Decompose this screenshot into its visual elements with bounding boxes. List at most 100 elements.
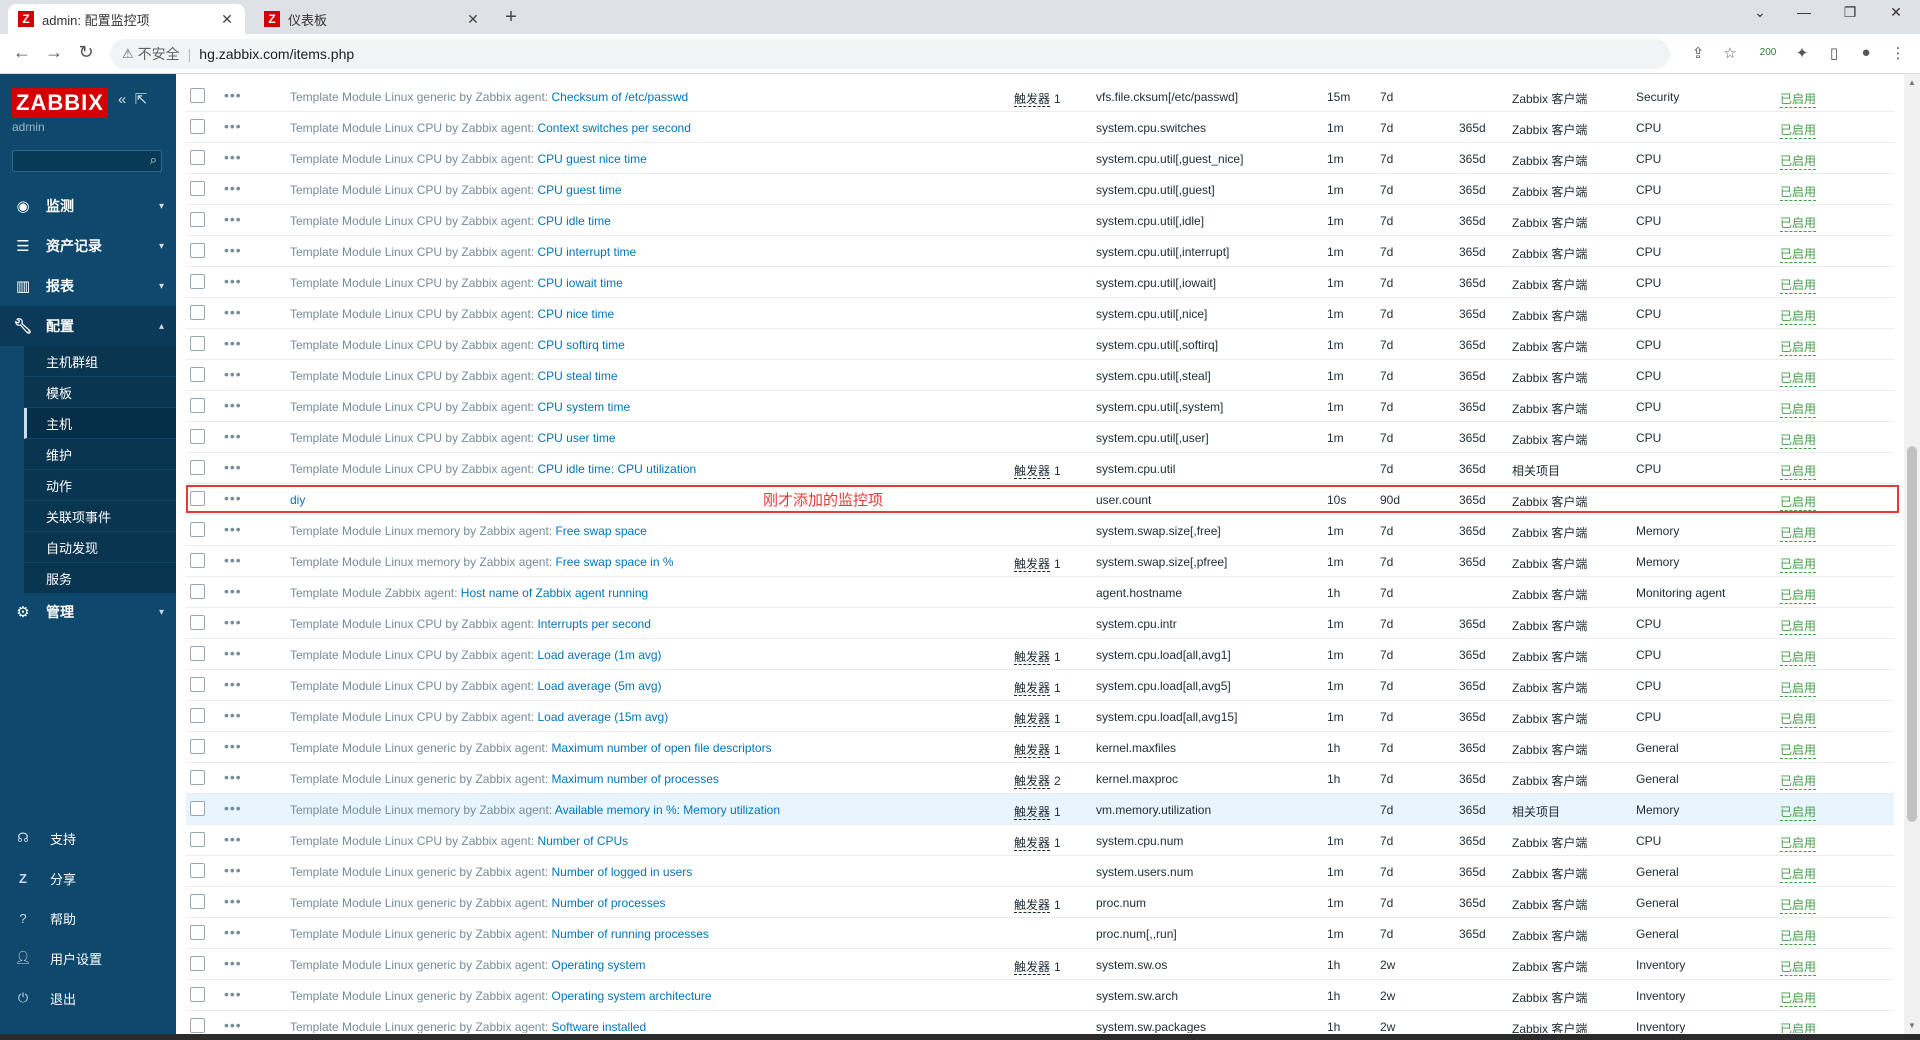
template-link[interactable]: Template Module Linux CPU by Zabbix agen…	[290, 400, 531, 414]
reload-icon[interactable]: ↻	[74, 42, 98, 63]
status-enabled-link[interactable]: 已启用	[1780, 431, 1817, 449]
row-checkbox[interactable]	[190, 243, 205, 258]
item-link[interactable]: CPU softirq time	[537, 338, 624, 352]
more-options-icon[interactable]: •••	[224, 397, 242, 413]
share-page-icon[interactable]: ⇪	[1686, 44, 1710, 62]
page-scrollbar[interactable]: ▲ ▼	[1904, 74, 1920, 1034]
row-checkbox[interactable]	[190, 150, 205, 165]
triggers-link[interactable]: 触发器	[1014, 960, 1051, 975]
more-options-icon[interactable]: •••	[224, 242, 242, 258]
more-options-icon[interactable]: •••	[224, 831, 242, 847]
status-enabled-link[interactable]: 已启用	[1780, 989, 1817, 1007]
row-checkbox[interactable]	[190, 553, 205, 568]
more-options-icon[interactable]: •••	[224, 366, 242, 382]
template-link[interactable]: Template Module Linux generic by Zabbix …	[290, 958, 545, 972]
scroll-up-icon[interactable]: ▲	[1908, 78, 1916, 87]
status-enabled-link[interactable]: 已启用	[1780, 214, 1817, 232]
item-link[interactable]: Interrupts per second	[537, 617, 650, 631]
status-enabled-link[interactable]: 已启用	[1780, 400, 1817, 418]
more-options-icon[interactable]: •••	[224, 862, 242, 878]
more-options-icon[interactable]: •••	[224, 211, 242, 227]
template-link[interactable]: Template Module Linux memory by Zabbix a…	[290, 803, 549, 817]
more-options-icon[interactable]: •••	[224, 769, 242, 785]
warning-icon[interactable]: ⚠	[122, 46, 134, 62]
item-link[interactable]: CPU interrupt time	[537, 245, 636, 259]
template-link[interactable]: Template Module Linux memory by Zabbix a…	[290, 524, 549, 538]
scrollbar-thumb[interactable]	[1907, 446, 1917, 822]
triggers-link[interactable]: 触发器	[1014, 743, 1051, 758]
template-link[interactable]: Template Module Zabbix agent	[290, 586, 454, 600]
more-options-icon[interactable]: •••	[224, 893, 242, 909]
row-checkbox[interactable]	[190, 987, 205, 1002]
triggers-link[interactable]: 触发器	[1014, 712, 1051, 727]
status-enabled-link[interactable]: 已启用	[1780, 1020, 1816, 1033]
more-options-icon[interactable]: •••	[224, 614, 242, 630]
status-enabled-link[interactable]: 已启用	[1780, 307, 1817, 325]
row-checkbox[interactable]	[190, 305, 205, 320]
template-link[interactable]: Template Module Linux generic by Zabbix …	[290, 865, 545, 879]
item-link[interactable]: CPU iowait time	[537, 276, 622, 290]
more-options-icon[interactable]: •••	[224, 87, 242, 103]
template-link[interactable]: Template Module Linux CPU by Zabbix agen…	[290, 183, 531, 197]
status-enabled-link[interactable]: 已启用	[1780, 679, 1817, 697]
row-checkbox[interactable]	[190, 88, 205, 103]
item-link[interactable]: Load average (15m avg)	[537, 710, 668, 724]
row-checkbox[interactable]	[190, 584, 205, 599]
submenu-maintenance[interactable]: 维护	[24, 439, 176, 470]
row-checkbox[interactable]	[190, 925, 205, 940]
status-enabled-link[interactable]: 已启用	[1780, 586, 1817, 604]
more-options-icon[interactable]: •••	[224, 335, 242, 351]
menu-support[interactable]: ☊ 支持	[0, 818, 176, 858]
more-options-icon[interactable]: •••	[224, 924, 242, 940]
status-enabled-link[interactable]: 已启用	[1780, 741, 1817, 759]
template-link[interactable]: Template Module Linux CPU by Zabbix agen…	[290, 369, 531, 383]
template-link[interactable]: Template Module Linux generic by Zabbix …	[290, 772, 545, 786]
item-link[interactable]: Available memory in %: Memory utilizatio…	[555, 803, 780, 817]
template-link[interactable]: Template Module Linux generic by Zabbix …	[290, 927, 545, 941]
status-enabled-link[interactable]: 已启用	[1780, 834, 1817, 852]
item-link[interactable]: Context switches per second	[537, 121, 690, 135]
extension-badge[interactable]: 200	[1756, 47, 1780, 58]
row-checkbox[interactable]	[190, 677, 205, 692]
template-link[interactable]: Template Module Linux CPU by Zabbix agen…	[290, 276, 531, 290]
submenu-templates[interactable]: 模板	[24, 377, 176, 408]
more-options-icon[interactable]: •••	[224, 800, 242, 816]
item-link[interactable]: Number of running processes	[552, 927, 709, 941]
row-checkbox[interactable]	[190, 894, 205, 909]
more-options-icon[interactable]: •••	[224, 738, 242, 754]
row-checkbox[interactable]	[190, 274, 205, 289]
status-enabled-link[interactable]: 已启用	[1780, 276, 1817, 294]
item-link[interactable]: Free swap space	[555, 524, 646, 538]
item-link[interactable]: Host name of Zabbix agent running	[461, 586, 648, 600]
more-options-icon[interactable]: •••	[224, 986, 242, 1002]
status-enabled-link[interactable]: 已启用	[1780, 710, 1817, 728]
row-checkbox[interactable]	[190, 770, 205, 785]
item-link[interactable]: Number of logged in users	[552, 865, 693, 879]
row-checkbox[interactable]	[190, 739, 205, 754]
submenu-hosts[interactable]: 主机	[24, 408, 176, 439]
status-enabled-link[interactable]: 已启用	[1780, 245, 1817, 263]
row-checkbox[interactable]	[190, 119, 205, 134]
status-enabled-link[interactable]: 已启用	[1780, 648, 1817, 666]
row-checkbox[interactable]	[190, 460, 205, 475]
more-options-icon[interactable]: •••	[224, 645, 242, 661]
zabbix-logo[interactable]: ZABBIX	[12, 88, 108, 118]
triggers-link[interactable]: 触发器	[1014, 650, 1051, 665]
item-link[interactable]: CPU system time	[537, 400, 630, 414]
submenu-services[interactable]: 服务	[24, 563, 176, 594]
search-input[interactable]: ⌕	[12, 150, 162, 172]
close-icon[interactable]: ✕	[219, 11, 235, 28]
template-link[interactable]: Template Module Linux CPU by Zabbix agen…	[290, 214, 531, 228]
row-checkbox[interactable]	[190, 708, 205, 723]
item-link[interactable]: CPU guest time	[537, 183, 621, 197]
extensions-puzzle-icon[interactable]: ✦	[1790, 44, 1814, 62]
row-checkbox[interactable]	[190, 801, 205, 816]
restore-icon[interactable]: ❐	[1830, 4, 1870, 21]
row-checkbox[interactable]	[190, 832, 205, 847]
item-link[interactable]: CPU idle time: CPU utilization	[537, 462, 696, 476]
minimize-icon[interactable]: —	[1784, 4, 1824, 20]
template-link[interactable]: Template Module Linux memory by Zabbix a…	[290, 555, 549, 569]
status-enabled-link[interactable]: 已启用	[1780, 927, 1817, 945]
url-input[interactable]: ⚠ 不安全 | hg.zabbix.com/items.php	[110, 39, 1670, 69]
more-options-icon[interactable]: •••	[224, 707, 242, 723]
